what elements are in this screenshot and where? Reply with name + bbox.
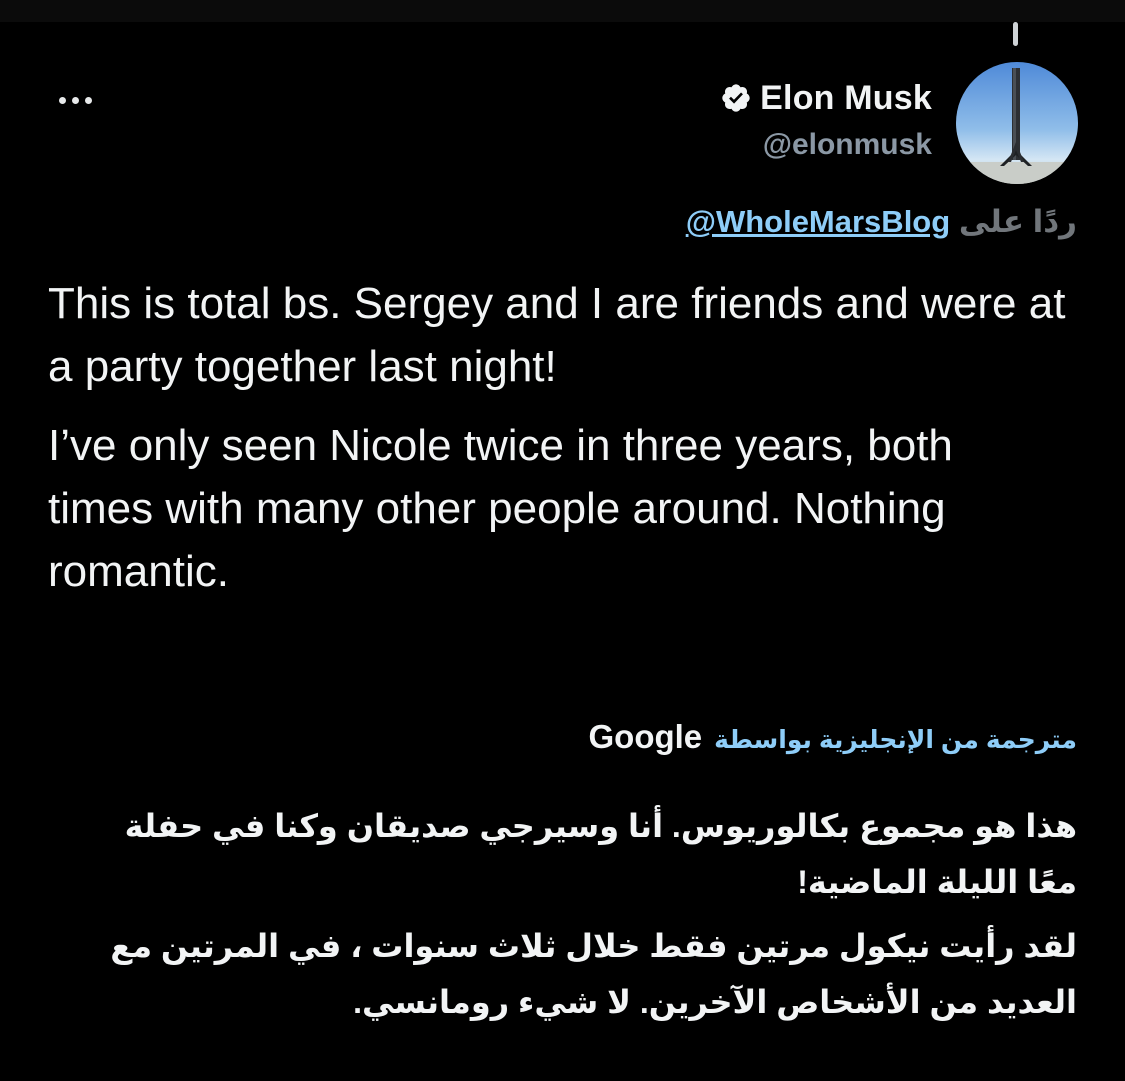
translated-text: هذا هو مجموع بكالوريوس. أنا وسيرجي صديقا… <box>87 798 1077 1030</box>
tweet-author[interactable]: Elon Musk @elonmusk <box>720 78 932 162</box>
avatar-image <box>956 62 1078 184</box>
reply-prefix: ردًا على <box>958 204 1077 239</box>
google-logo-text: Google <box>588 718 703 755</box>
reply-context: ردًا على @WholeMarsBlog <box>686 204 1077 240</box>
tweet-paragraph: This is total bs. Sergey and I are frien… <box>48 279 1066 391</box>
tweet-paragraph: I’ve only seen Nicole twice in three yea… <box>48 421 953 596</box>
translated-paragraph: لقد رأيت نيكول مرتين فقط خلال ثلاث سنوات… <box>110 928 1077 1020</box>
scroll-indicator <box>1013 22 1018 46</box>
reply-mention-link[interactable]: @WholeMarsBlog <box>686 204 950 239</box>
top-strip <box>0 0 1125 22</box>
author-display-name[interactable]: Elon Musk <box>760 79 932 118</box>
translation-attribution: مترجمة من الإنجليزية بواسطة Google <box>589 718 1078 756</box>
author-handle[interactable]: @elonmusk <box>720 128 932 162</box>
translation-label: مترجمة من الإنجليزية بواسطة <box>714 726 1077 754</box>
more-dots-icon <box>58 96 92 104</box>
translated-paragraph: هذا هو مجموع بكالوريوس. أنا وسيرجي صديقا… <box>124 808 1077 900</box>
rocket-booster-avatar[interactable] <box>956 62 1078 184</box>
more-options-button[interactable] <box>46 84 104 116</box>
verified-badge-icon <box>722 84 750 112</box>
tweet-text: This is total bs. Sergey and I are frien… <box>48 272 1068 603</box>
